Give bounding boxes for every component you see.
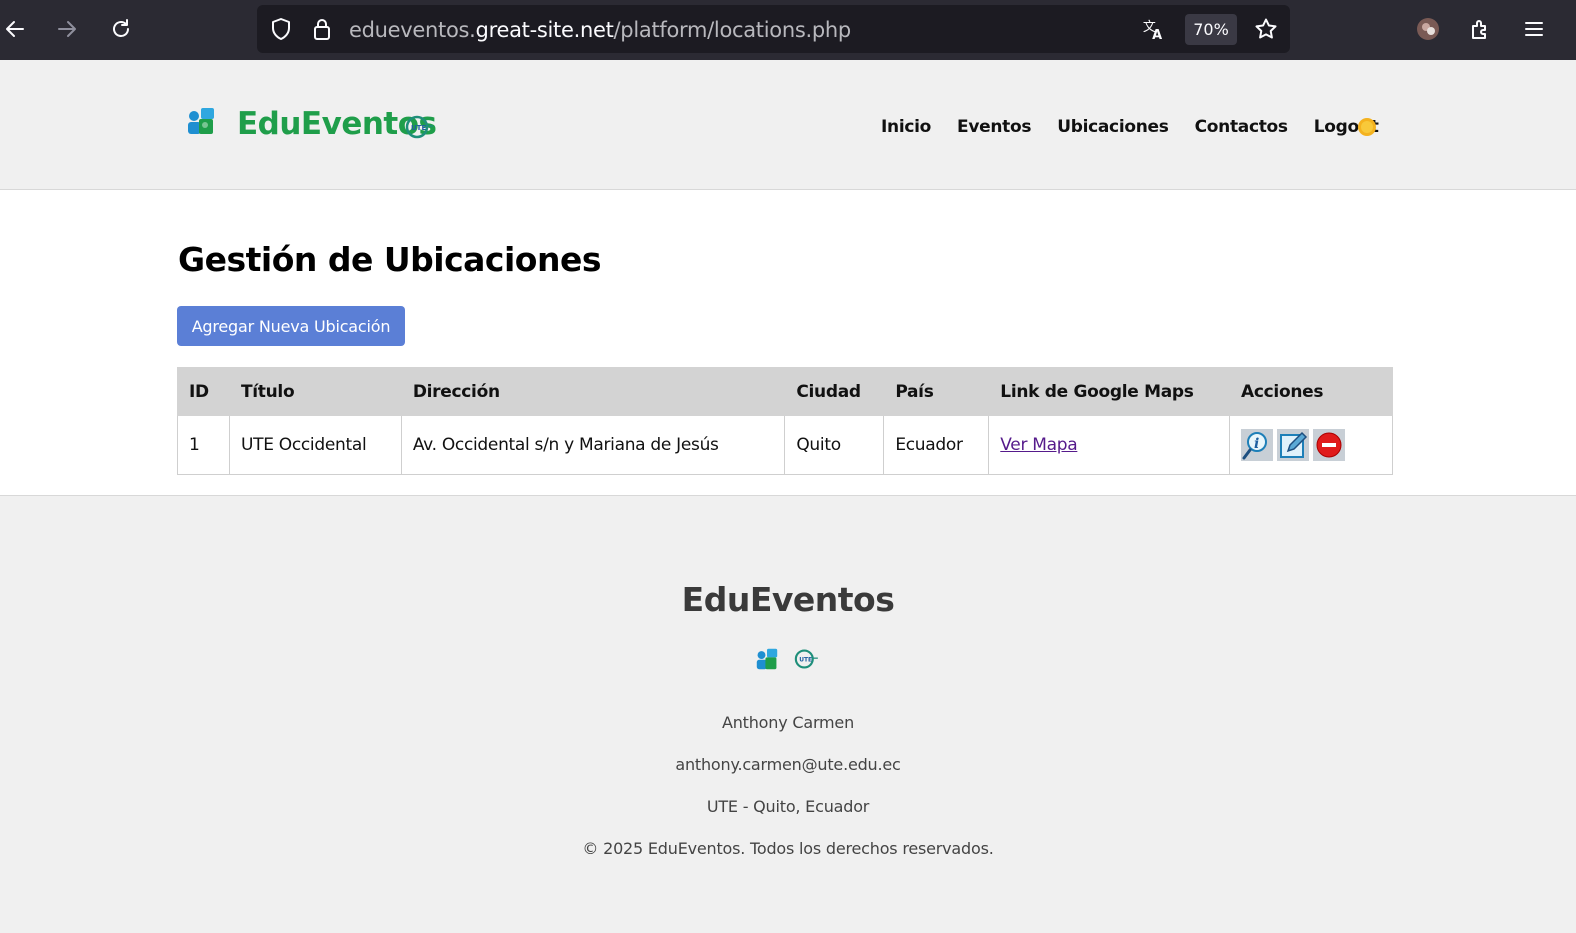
nav-eventos[interactable]: Eventos [957, 117, 1031, 137]
address-bar[interactable]: edueventos.great-site.net/platform/locat… [257, 5, 1290, 53]
arrow-right-icon [58, 21, 76, 37]
footer-email: anthony.carmen@ute.edu.ec [675, 755, 901, 774]
ute-logo-icon: UTE [794, 649, 818, 669]
translate-icon[interactable]: 文A [1142, 17, 1166, 42]
column-header-id: ID [177, 367, 230, 416]
shield-icon[interactable] [269, 17, 293, 41]
browser-toolbar: edueventos.great-site.net/platform/locat… [0, 0, 1576, 60]
nav-ubicaciones[interactable]: Ubicaciones [1057, 117, 1169, 137]
url-text[interactable]: edueventos.great-site.net/platform/locat… [349, 18, 851, 42]
column-header-ciudad: Ciudad [784, 367, 885, 416]
people-icon [188, 108, 214, 134]
locations-table: ID Título Dirección Ciudad País Link de … [177, 367, 1393, 475]
delete-minus-icon [1313, 429, 1345, 461]
column-header-pais: País [883, 367, 990, 416]
svg-text:A: A [1152, 28, 1162, 42]
theme-toggle[interactable] [1356, 116, 1378, 143]
puzzle-icon [1472, 20, 1486, 39]
site-footer: EduEventos UTE Anthony Carmen anthony.ca… [0, 495, 1576, 933]
forward-button[interactable] [52, 14, 82, 44]
page-title: Gestión de Ubicaciones [178, 240, 601, 279]
bookmark-star-icon[interactable] [1254, 17, 1278, 41]
profile-avatar[interactable] [1413, 14, 1443, 44]
cell-actions: i [1229, 415, 1393, 475]
ute-logo-icon: UTE [405, 115, 433, 139]
svg-text:UTE: UTE [411, 124, 426, 132]
hamburger-icon [1525, 22, 1543, 36]
footer-copyright: © 2025 EduEventos. Todos los derechos re… [582, 839, 994, 858]
table-row: 1 UTE Occidental Av. Occidental s/n y Ma… [177, 415, 1393, 475]
nav-inicio[interactable]: Inicio [881, 117, 931, 137]
delete-button[interactable] [1313, 429, 1345, 461]
svg-text:UTE: UTE [799, 658, 812, 664]
lock-icon[interactable] [310, 17, 334, 41]
site-header: EduEventos UTE Inicio Eventos Ubicacione… [0, 60, 1576, 190]
cell-titulo: UTE Occidental [228, 415, 402, 475]
magnifier-info-icon: i [1241, 429, 1273, 461]
view-map-link[interactable]: Ver Mapa [1000, 435, 1077, 455]
nav-contactos[interactable]: Contactos [1195, 117, 1288, 137]
column-header-link: Link de Google Maps [988, 367, 1230, 416]
arrow-left-icon [6, 21, 24, 37]
add-location-button[interactable]: Agregar Nueva Ubicación [177, 306, 405, 346]
cell-id: 1 [177, 415, 230, 475]
table-header-row: ID Título Dirección Ciudad País Link de … [177, 367, 1393, 416]
column-header-titulo: Título [228, 367, 402, 416]
footer-location: UTE - Quito, Ecuador [706, 797, 870, 816]
column-header-direccion: Dirección [400, 367, 786, 416]
brand-logo[interactable] [186, 107, 216, 135]
column-header-acciones: Acciones [1229, 367, 1393, 416]
cell-ciudad: Quito [784, 415, 885, 475]
main-nav: Inicio Eventos Ubicaciones Contactos Log… [881, 117, 1405, 137]
svg-text:i: i [1254, 436, 1259, 452]
zoom-level-badge[interactable]: 70% [1185, 14, 1237, 45]
footer-title: EduEventos [681, 580, 895, 619]
edit-pencil-icon [1277, 429, 1309, 461]
cell-pais: Ecuador [883, 415, 990, 475]
avatar-icon [1417, 18, 1439, 40]
people-icon [756, 648, 778, 670]
footer-logos: UTE [755, 648, 819, 670]
cell-link: Ver Mapa [988, 415, 1230, 475]
reload-button[interactable] [106, 14, 136, 44]
menu-button[interactable] [1519, 14, 1549, 44]
cell-direccion: Av. Occidental s/n y Mariana de Jesús [400, 415, 786, 475]
footer-author: Anthony Carmen [721, 713, 855, 732]
reload-icon [113, 19, 129, 37]
view-details-button[interactable]: i [1241, 429, 1273, 461]
edit-button[interactable] [1277, 429, 1309, 461]
sun-icon [1358, 118, 1376, 136]
back-button[interactable] [0, 14, 30, 44]
extensions-button[interactable] [1466, 14, 1496, 44]
